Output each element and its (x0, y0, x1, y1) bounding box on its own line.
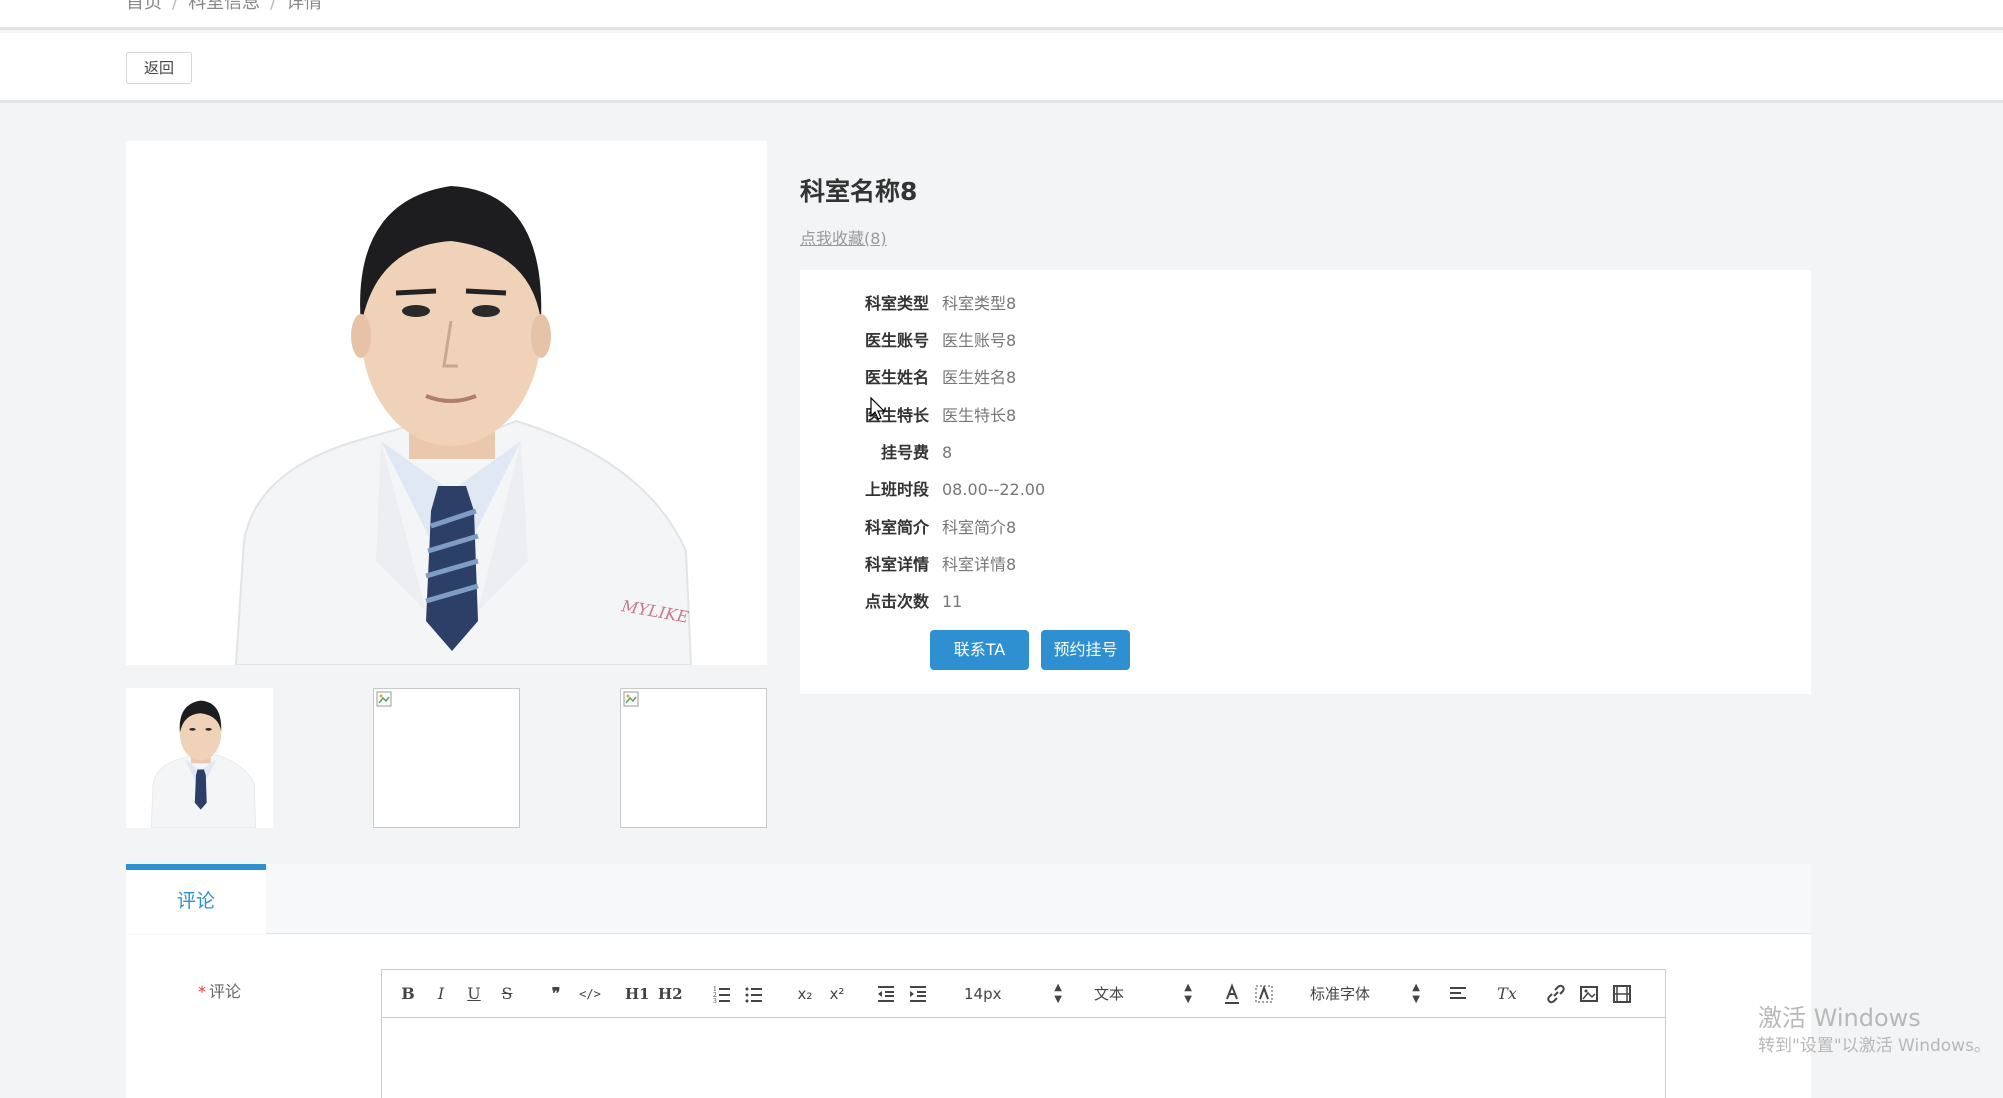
back-button[interactable]: 返回 (126, 52, 192, 84)
info-label: 挂号费 (880, 443, 929, 462)
breadcrumb: 首页 / 科室信息 / 详情 (126, 0, 322, 14)
indent-icon[interactable] (908, 982, 928, 1006)
doctor-thumbnail (126, 688, 273, 828)
select-arrows-icon: ▲ ▼ (1184, 982, 1192, 1005)
info-value: 科室简介8 (942, 518, 1017, 537)
video-icon[interactable] (1612, 982, 1632, 1006)
info-row-account: 医生账号 医生账号8 (800, 329, 1811, 353)
info-label: 医生账号 (864, 331, 929, 350)
info-value: 科室类型8 (942, 294, 1017, 313)
bold-button[interactable]: B (398, 982, 418, 1006)
info-label: 医生姓名 (864, 368, 929, 387)
activate-windows-subtitle: 转到"设置"以激活 Windows。 (1758, 1036, 1991, 1056)
info-row-hours: 上班时段 08.00--22.00 (800, 478, 1811, 502)
comment-editor[interactable]: B I U S ❞ </> H1 H2 123 x₂ x² 14px ▲ ▼ 文… (381, 969, 1666, 1098)
info-label: 科室详情 (864, 555, 929, 574)
info-value: 8 (942, 443, 953, 462)
info-row-intro: 科室简介 科室简介8 (800, 516, 1811, 540)
info-label: 上班时段 (864, 480, 929, 499)
breadcrumb-separator: / (270, 0, 277, 13)
info-row-type: 科室类型 科室类型8 (800, 292, 1811, 316)
back-bar: 返回 (0, 33, 2003, 103)
info-row-specialty: 医生特长 医生特长8 (800, 404, 1811, 428)
link-icon[interactable] (1546, 982, 1566, 1006)
thumbnail-3[interactable] (620, 688, 767, 828)
breadcrumb-section[interactable]: 科室信息 (188, 0, 260, 13)
required-mark: * (198, 982, 206, 1001)
font-family-value: 标准字体 (1310, 985, 1371, 1003)
align-icon[interactable] (1448, 982, 1468, 1006)
doctor-photo: MYLIKE (126, 141, 767, 665)
info-card: 科室类型 科室类型8 医生账号 医生账号8 医生姓名 医生姓名8 医生特长 医生… (800, 270, 1811, 694)
info-label: 点击次数 (864, 592, 929, 611)
subscript-button[interactable]: x₂ (793, 982, 817, 1006)
breadcrumb-separator: / (172, 0, 179, 13)
font-size-select[interactable]: 14px ▲ ▼ (964, 982, 1062, 1006)
thumbnail-2[interactable] (373, 688, 520, 828)
info-value: 11 (942, 592, 963, 611)
info-label: 科室类型 (864, 294, 929, 313)
ordered-list-icon[interactable]: 123 (712, 982, 732, 1006)
breadcrumb-home[interactable]: 首页 (126, 0, 162, 13)
info-value: 科室详情8 (942, 555, 1017, 574)
tab-header: 评论 (126, 864, 1811, 934)
breadcrumb-current: 详情 (286, 0, 323, 13)
broken-image-icon (376, 691, 392, 707)
breadcrumb-bar: 首页 / 科室信息 / 详情 (0, 0, 2003, 30)
font-family-select[interactable]: 标准字体 ▲ ▼ (1310, 982, 1420, 1006)
info-row-detail: 科室详情 科室详情8 (800, 553, 1811, 577)
select-arrows-icon: ▲ ▼ (1412, 982, 1420, 1005)
mouse-cursor-icon (870, 397, 886, 420)
tabs-area: 评论 * 评论 B I U S ❞ </> H1 H2 123 x₂ x² 14… (126, 864, 1811, 1098)
editor-toolbar: B I U S ❞ </> H1 H2 123 x₂ x² 14px ▲ ▼ 文… (382, 970, 1665, 1018)
broken-image-icon (623, 691, 639, 707)
info-value: 医生特长8 (942, 406, 1017, 425)
image-icon[interactable] (1579, 982, 1599, 1006)
main-photo: MYLIKE (126, 141, 767, 665)
tab-comment[interactable]: 评论 (126, 864, 266, 934)
comment-label-text: 评论 (209, 982, 242, 1001)
font-color-icon[interactable] (1222, 982, 1242, 1006)
info-row-clicks: 点击次数 11 (800, 590, 1811, 614)
header-select-value: 文本 (1094, 985, 1125, 1003)
info-label: 科室简介 (864, 518, 929, 537)
thumbnail-1[interactable] (126, 688, 273, 828)
clear-format-button[interactable]: Tx (1496, 982, 1518, 1006)
heading-1-button[interactable]: H1 (625, 982, 650, 1006)
blockquote-button[interactable]: ❞ (546, 982, 566, 1006)
bullet-list-icon[interactable] (744, 982, 764, 1006)
contact-button[interactable]: 联系TA (930, 630, 1029, 670)
comment-label: * 评论 (198, 978, 241, 1002)
book-appointment-button[interactable]: 预约挂号 (1041, 630, 1130, 670)
code-block-button[interactable]: </> (578, 982, 602, 1006)
superscript-button[interactable]: x² (825, 982, 849, 1006)
heading-2-button[interactable]: H2 (658, 982, 683, 1006)
info-value: 08.00--22.00 (942, 480, 1046, 499)
info-row-name: 医生姓名 医生姓名8 (800, 366, 1811, 390)
font-size-value: 14px (964, 985, 1002, 1003)
info-value: 医生姓名8 (942, 368, 1017, 387)
header-select[interactable]: 文本 ▲ ▼ (1094, 982, 1192, 1006)
svg-text:3: 3 (713, 998, 717, 1005)
info-row-fee: 挂号费 8 (800, 441, 1811, 465)
outdent-icon[interactable] (876, 982, 896, 1006)
activate-windows-title: 激活 Windows (1758, 1004, 1921, 1032)
favorite-link[interactable]: 点我收藏(8) (800, 225, 887, 249)
department-title: 科室名称8 (800, 177, 918, 206)
background-color-icon[interactable] (1254, 982, 1274, 1006)
select-arrows-icon: ▲ ▼ (1054, 982, 1062, 1005)
info-value: 医生账号8 (942, 331, 1017, 350)
strike-button[interactable]: S (497, 982, 517, 1006)
italic-button[interactable]: I (431, 982, 451, 1006)
underline-button[interactable]: U (464, 982, 484, 1006)
